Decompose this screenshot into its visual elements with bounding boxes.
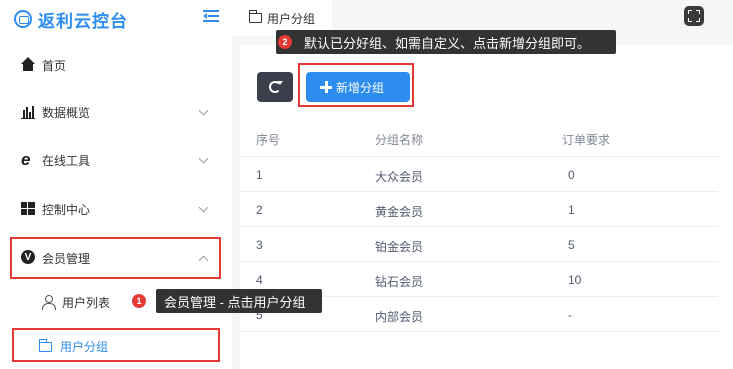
sidebar-item-control-center[interactable]: 控制中心 [0, 184, 232, 234]
highlight-member-management [10, 237, 221, 279]
sidebar-item-data-overview[interactable]: 数据概览 [0, 87, 232, 137]
fullscreen-button[interactable] [684, 6, 704, 26]
cell-order-requirement: 0 [568, 168, 575, 182]
step-number-badge: 1 [132, 294, 146, 308]
windows-icon [21, 202, 35, 216]
brand-title: 返利云控台 [38, 11, 128, 31]
tooltip-step-2: 2 默认已分好组、如需自定义、点击新增分组即可。 [276, 30, 616, 54]
cell-index: 4 [256, 273, 263, 287]
refresh-icon [269, 81, 283, 93]
folder-icon [249, 10, 262, 23]
cell-index: 3 [256, 238, 263, 252]
table-row[interactable]: 2 黄金会员 1 [240, 192, 718, 227]
sidebar-item-online-tools[interactable]: e 在线工具 [0, 135, 232, 185]
cell-index: 2 [256, 203, 263, 217]
column-header-group-name: 分组名称 [375, 133, 424, 147]
refresh-button[interactable] [257, 72, 293, 102]
home-icon [21, 57, 35, 71]
browser-e-icon: e [21, 150, 31, 169]
cell-group-name: 黄金会员 [375, 205, 424, 219]
sidebar-item-label: 在线工具 [42, 153, 91, 168]
highlight-add-group [298, 63, 414, 107]
collapse-sidebar-button[interactable] [203, 9, 219, 23]
column-header-index: 序号 [256, 133, 281, 147]
cell-group-name: 大众会员 [375, 170, 424, 184]
highlight-user-group [12, 328, 220, 362]
chevron-down-icon [198, 202, 209, 212]
tooltip-text: 默认已分好组、如需自定义、点击新增分组即可。 [304, 35, 591, 51]
logo-icon [14, 10, 32, 28]
cell-group-name: 铂金会员 [375, 240, 424, 254]
app-window: 返利云控台 首页 数据概览 e 在线工具 控制中心 V 会员管理 用户列表 用户… [0, 0, 733, 369]
step-number-badge: 2 [278, 35, 292, 49]
sidebar-item-label: 数据概览 [42, 105, 91, 120]
cell-order-requirement: 5 [568, 238, 575, 252]
chevron-down-icon [198, 105, 209, 115]
chevron-down-icon [198, 153, 209, 163]
table-header: 序号 分组名称 订单要求 [240, 119, 718, 157]
brand[interactable]: 返利云控台 [14, 6, 128, 32]
bar-chart-icon [21, 105, 35, 119]
table-row[interactable]: 1 大众会员 0 [240, 157, 718, 192]
tooltip-step-1: 1 会员管理 - 点击用户分组 [132, 289, 322, 313]
column-header-order-requirement: 订单要求 [562, 133, 611, 147]
sidebar-item-home[interactable]: 首页 [0, 40, 232, 90]
sidebar: 返利云控台 首页 数据概览 e 在线工具 控制中心 V 会员管理 用户列表 用户… [0, 0, 232, 369]
cell-order-requirement: - [568, 308, 572, 322]
cell-index: 1 [256, 168, 263, 182]
sidebar-item-label: 控制中心 [42, 202, 91, 217]
cell-group-name: 钻石会员 [375, 275, 424, 289]
user-icon [42, 295, 56, 310]
table-row[interactable]: 3 铂金会员 5 [240, 227, 718, 262]
tooltip-text: 会员管理 - 点击用户分组 [164, 294, 306, 310]
cell-order-requirement: 1 [568, 203, 575, 217]
sidebar-subitem-label: 用户列表 [62, 295, 111, 310]
cell-group-name: 内部会员 [375, 310, 424, 324]
sidebar-item-label: 首页 [42, 58, 67, 73]
tab-label: 用户分组 [267, 11, 316, 26]
cell-order-requirement: 10 [568, 273, 582, 287]
